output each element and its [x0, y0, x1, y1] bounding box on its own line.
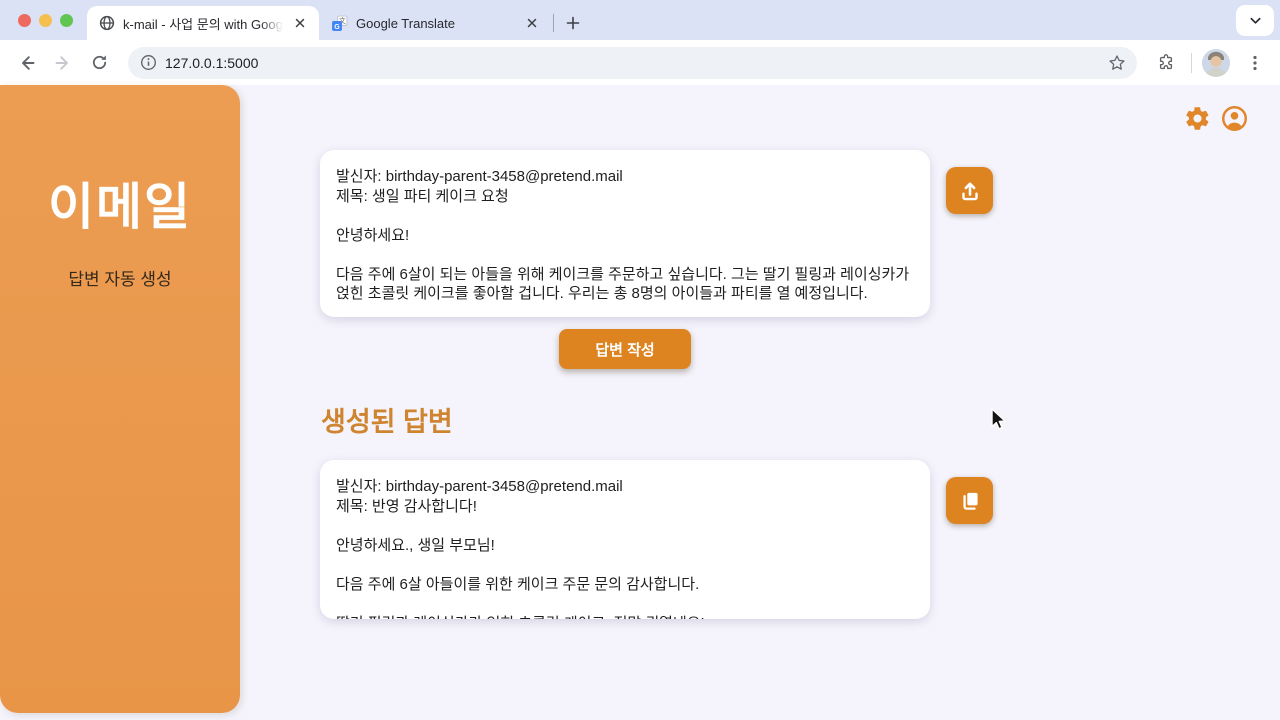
kebab-menu-icon [1246, 54, 1264, 72]
url-text[interactable]: 127.0.0.1:5000 [165, 55, 1107, 71]
page-content: 이메일 답변 자동 생성 발신자: birthday-parent-3458@p… [0, 85, 1280, 720]
reply-sender-line: 발신자: birthday-parent-3458@pretend.mail [336, 477, 914, 497]
blank-line [336, 245, 914, 265]
google-translate-icon: 文 G [331, 15, 348, 32]
generate-reply-button[interactable]: 답변 작성 [559, 329, 691, 369]
browser-menu-button[interactable] [1240, 48, 1270, 78]
email-input-card[interactable]: 발신자: birthday-parent-3458@pretend.mail 제… [320, 150, 930, 317]
settings-button[interactable] [1184, 105, 1211, 132]
blank-line [336, 516, 914, 536]
close-tab-icon[interactable] [291, 14, 309, 32]
email-subject-line: 제목: 생일 파티 케이크 요청 [336, 187, 914, 207]
email-greeting-line: 안녕하세요! [336, 226, 914, 246]
blank-line [336, 555, 914, 575]
upload-icon [957, 178, 983, 204]
blank-line [336, 594, 914, 614]
email-body-line: 다음 주에 6살이 되는 아들을 위해 케이크를 주문하고 싶습니다. 그는 딸… [336, 265, 914, 304]
sidebar: 이메일 답변 자동 생성 [0, 85, 240, 713]
reload-button[interactable] [84, 48, 114, 78]
reply-body-line-clipped: 딸기 필링과 레이싱카가 얹힌 초콜릿 케이크, 정말 귀엽네요! [336, 614, 914, 620]
copy-button[interactable] [946, 477, 993, 524]
account-button[interactable] [1221, 105, 1248, 132]
blank-line [336, 206, 914, 226]
star-icon[interactable] [1107, 53, 1127, 73]
tab-divider [553, 14, 554, 32]
window-minimize-button[interactable] [39, 14, 52, 27]
profile-avatar[interactable] [1202, 49, 1230, 77]
app-subtitle: 답변 자동 생성 [68, 265, 171, 290]
reply-subject-line: 제목: 반영 감사합니다! [336, 497, 914, 517]
reply-greeting-line: 안녕하세요., 생일 부모님! [336, 536, 914, 556]
window-close-button[interactable] [18, 14, 31, 27]
puzzle-icon [1156, 53, 1176, 73]
person-circle-icon [1221, 105, 1248, 132]
tab-title: Google Translate [356, 16, 515, 31]
upload-button[interactable] [946, 167, 993, 214]
window-controls [0, 0, 87, 40]
forward-button[interactable] [48, 48, 78, 78]
browser-toolbar: 127.0.0.1:5000 [0, 40, 1280, 85]
email-sender-line: 발신자: birthday-parent-3458@pretend.mail [336, 167, 914, 187]
generated-reply-card[interactable]: 발신자: birthday-parent-3458@pretend.mail 제… [320, 460, 930, 619]
back-arrow-icon [17, 53, 37, 73]
extensions-button[interactable] [1151, 48, 1181, 78]
tab-strip: k-mail - 사업 문의 with Google 文 G Google Tr… [0, 0, 1280, 40]
toolbar-actions [1151, 48, 1270, 78]
page-header-actions [1184, 105, 1248, 132]
plus-icon [566, 16, 580, 30]
gear-icon [1184, 105, 1211, 132]
generated-reply-heading: 생성된 답변 [321, 400, 453, 439]
app-title: 이메일 [48, 167, 192, 239]
tab-search-button[interactable] [1236, 5, 1274, 36]
window-zoom-button[interactable] [60, 14, 73, 27]
back-button[interactable] [12, 48, 42, 78]
copy-icon [957, 488, 983, 514]
mouse-cursor [987, 407, 1009, 433]
tab-title: k-mail - 사업 문의 with Google [123, 14, 283, 33]
tab-google-translate[interactable]: 文 G Google Translate [319, 6, 551, 40]
chevron-down-icon [1249, 14, 1262, 27]
new-tab-button[interactable] [560, 10, 586, 36]
info-circle-icon[interactable] [140, 54, 157, 71]
browser-window: k-mail - 사업 문의 with Google 文 G Google Tr… [0, 0, 1280, 720]
reload-icon [90, 53, 109, 72]
globe-icon [99, 15, 115, 31]
toolbar-divider [1191, 53, 1192, 73]
svg-text:G: G [334, 22, 340, 30]
tab-kmail[interactable]: k-mail - 사업 문의 with Google [87, 6, 319, 40]
reply-body-line: 다음 주에 6살 아들이를 위한 케이크 주문 문의 감사합니다. [336, 575, 914, 595]
forward-arrow-icon [53, 53, 73, 73]
address-bar[interactable]: 127.0.0.1:5000 [128, 47, 1137, 79]
close-tab-icon[interactable] [523, 14, 541, 32]
